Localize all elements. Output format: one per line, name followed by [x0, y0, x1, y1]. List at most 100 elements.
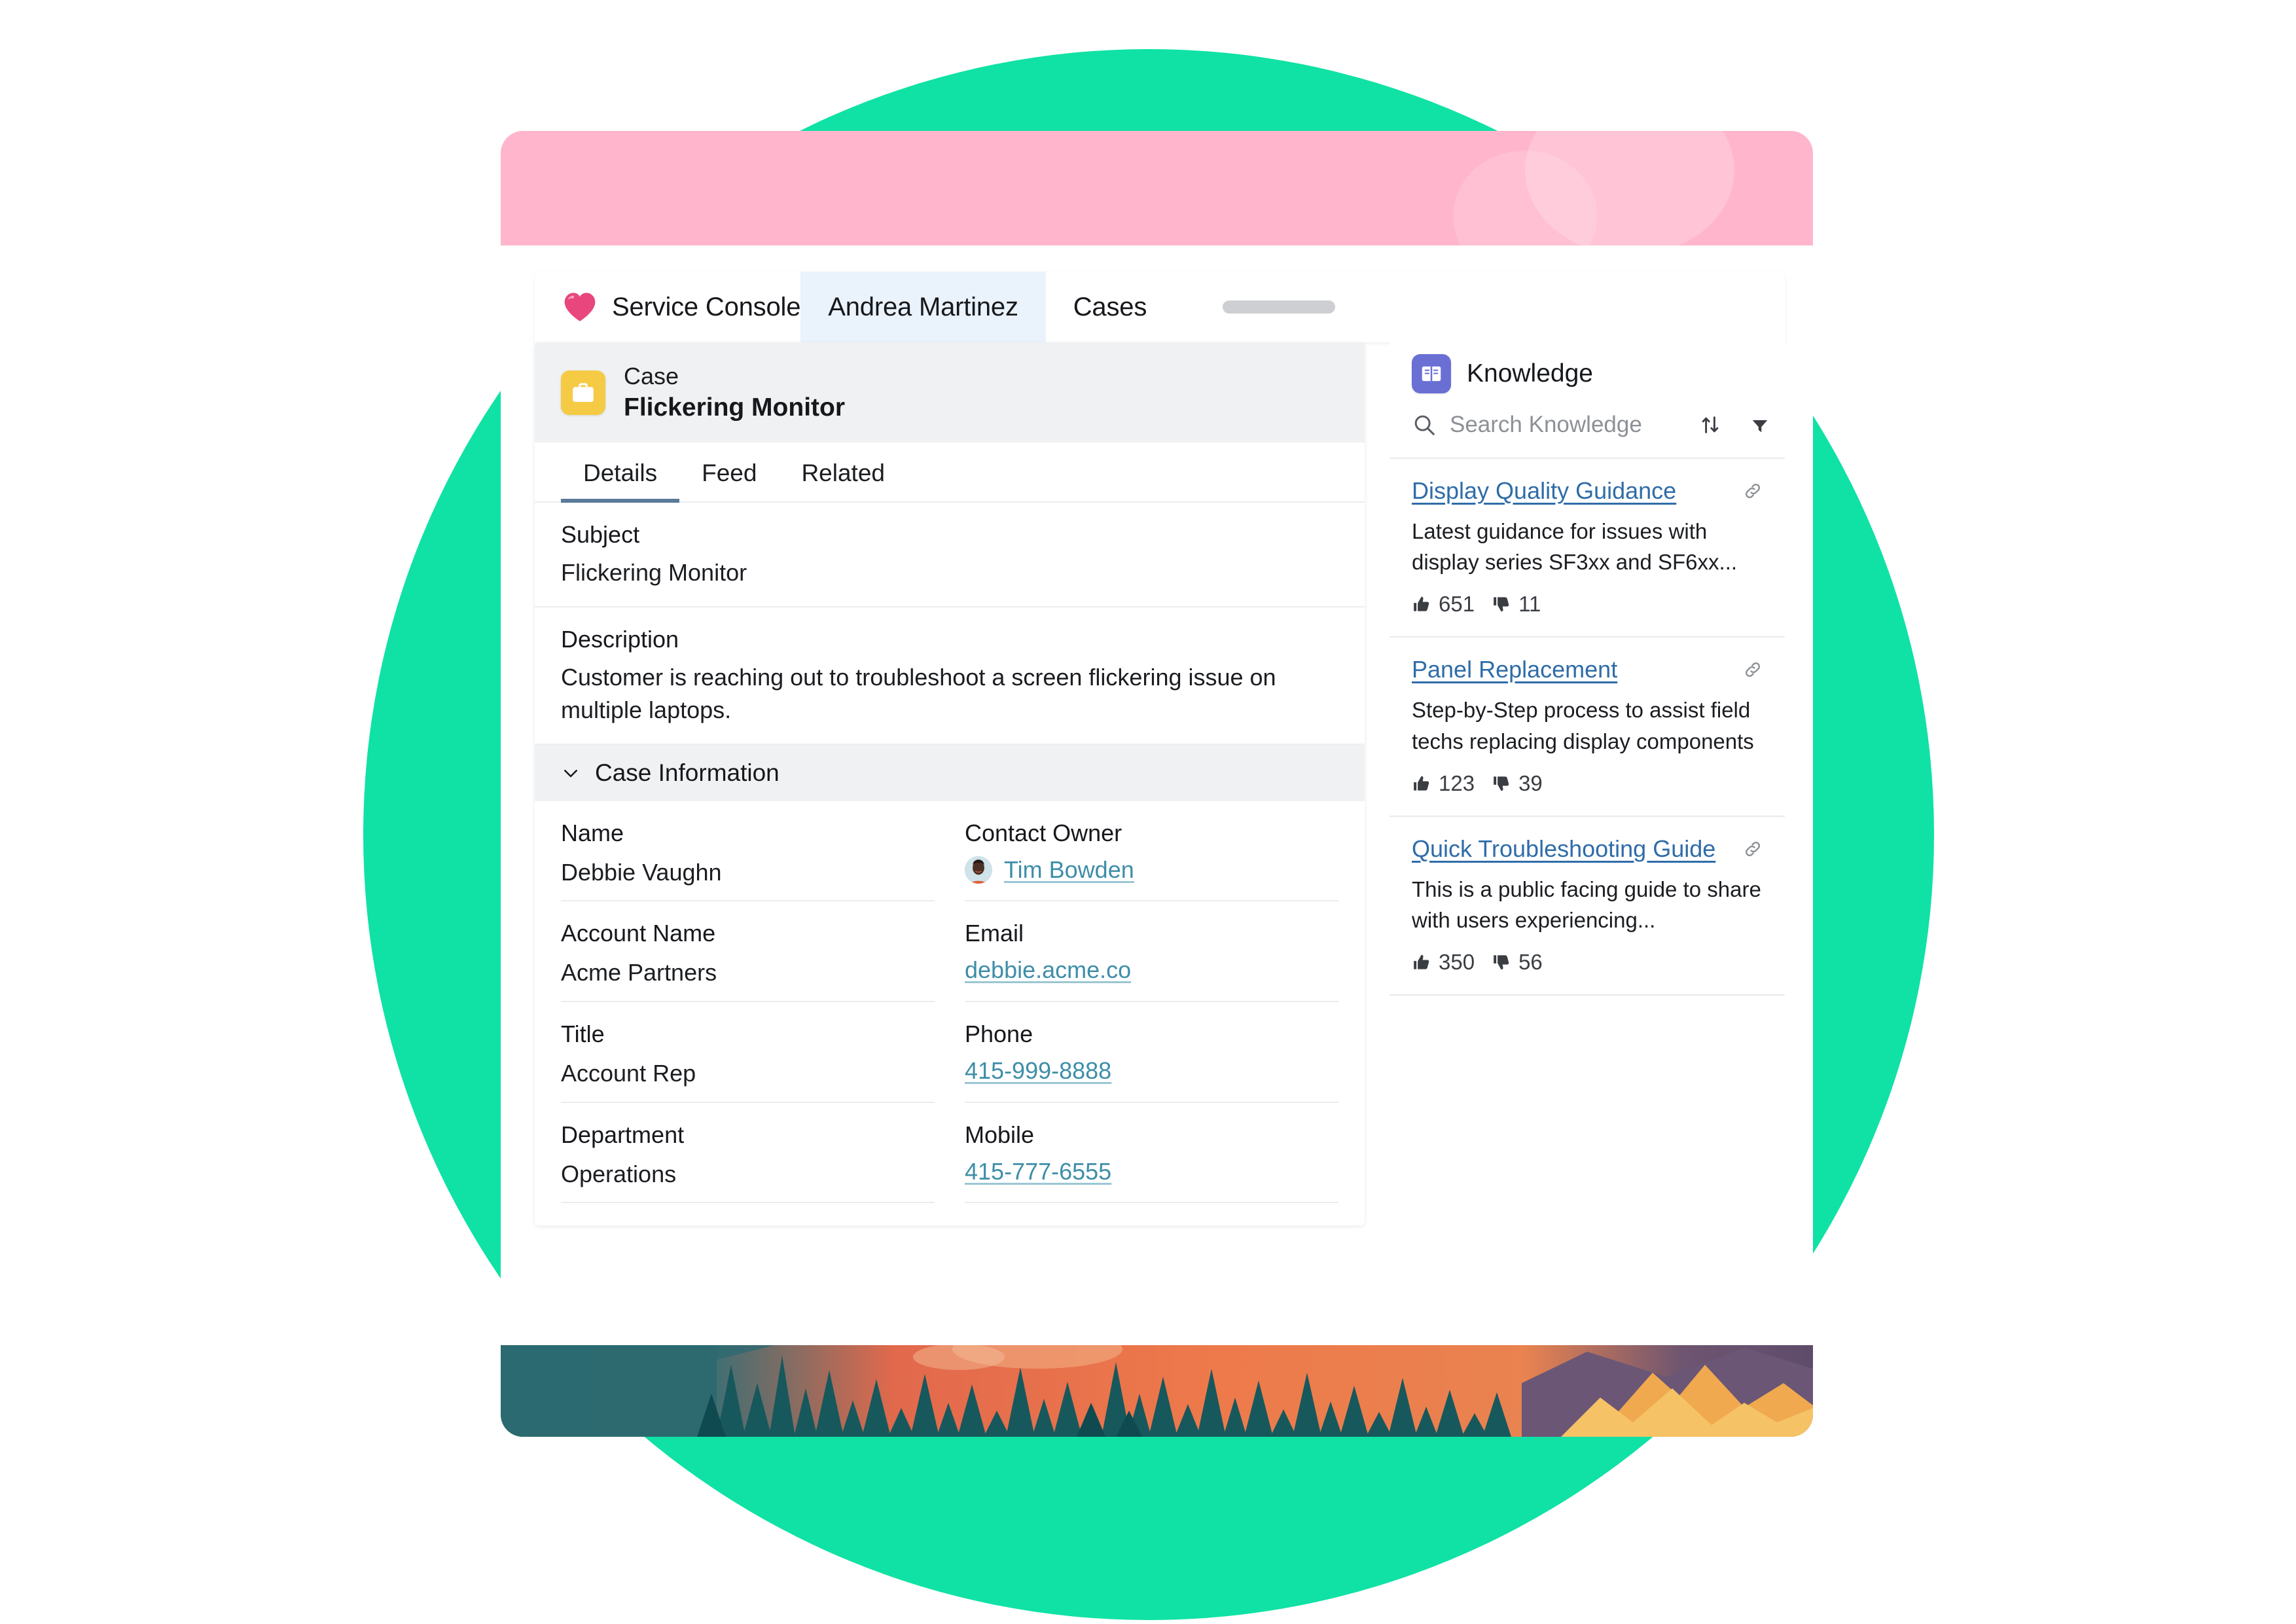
field-label: Description: [561, 626, 679, 653]
knowledge-article[interactable]: Quick Troubleshooting Guide This is a pu…: [1390, 817, 1785, 996]
knowledge-title: Knowledge: [1467, 359, 1593, 388]
thumbs-down-icon: [1494, 597, 1509, 612]
thumbs-up-vote[interactable]: 350: [1412, 950, 1475, 975]
field-mobile[interactable]: Mobile 415-777-6555: [965, 1103, 1338, 1204]
filter-icon[interactable]: [1742, 408, 1778, 442]
field-label: Subject: [561, 521, 640, 549]
article-title-link[interactable]: Panel Replacement: [1412, 655, 1617, 684]
field-label: Title: [561, 1020, 605, 1047]
console-tab-label: Andrea Martinez: [828, 292, 1018, 321]
field-contact-owner[interactable]: Contact Owner Tim Bowden: [965, 801, 1338, 902]
link-icon[interactable]: [1743, 834, 1763, 859]
field-label: Phone: [965, 1020, 1033, 1047]
section-case-information[interactable]: Case Information: [535, 744, 1365, 801]
thumbs-down-vote[interactable]: 56: [1492, 950, 1543, 975]
knowledge-search-bar: [1390, 408, 1785, 459]
thumbs-up-vote[interactable]: 123: [1412, 771, 1475, 796]
knowledge-panel: Knowledge Search Knowledge Display Quali…: [1390, 342, 1785, 996]
knowledge-article[interactable]: Display Quality Guidance Latest guidance…: [1390, 459, 1785, 638]
field-title[interactable]: Title Account Rep: [561, 1002, 935, 1103]
console-tab-bar: Service Console Andrea Martinez Cases: [535, 272, 1785, 342]
thumbs-down-icon: [1494, 776, 1509, 791]
console-tab-andrea-martinez[interactable]: Andrea Martinez: [800, 272, 1046, 342]
field-description[interactable]: Description Customer is reaching out to …: [535, 607, 1365, 745]
article-votes: 651 11: [1412, 592, 1763, 617]
console-tab-cases[interactable]: Cases: [1046, 272, 1174, 342]
record-tab-list: Details Feed Related: [535, 442, 1365, 503]
heart-icon: [562, 291, 598, 323]
thumbs-down-count: 11: [1518, 592, 1541, 617]
mobile-link[interactable]: 415-777-6555: [965, 1158, 1338, 1185]
article-header: Display Quality Guidance: [1412, 476, 1763, 505]
thumbs-up-icon: [1414, 597, 1429, 611]
thumbs-down-count: 56: [1518, 950, 1543, 975]
tab-label: Related: [801, 460, 885, 487]
thumbs-up-count: 350: [1439, 950, 1475, 975]
field-account-name[interactable]: Account Name Acme Partners: [561, 901, 935, 1002]
app-brand[interactable]: Service Console: [535, 272, 800, 342]
chevron-down-icon[interactable]: [561, 763, 581, 783]
article-votes: 123 39: [1412, 771, 1763, 796]
tab-related[interactable]: Related: [779, 442, 907, 501]
case-record-card: Case Flickering Monitor Details Feed Rel…: [535, 342, 1365, 1226]
email-link[interactable]: debbie.acme.co: [965, 956, 1338, 984]
article-description: This is a public facing guide to share w…: [1412, 876, 1761, 932]
field-row: Name Debbie Vaughn Contact Owner Tim Bow…: [561, 801, 1338, 902]
field-phone[interactable]: Phone 415-999-8888: [965, 1002, 1338, 1103]
decorative-pink-banner: [501, 131, 1813, 245]
thumbs-up-icon: [1414, 955, 1429, 969]
link-icon[interactable]: [1743, 476, 1763, 501]
search-input[interactable]: [1450, 412, 1679, 438]
service-console-window: Service Console Andrea Martinez Cases Ca…: [501, 245, 1813, 1345]
tab-label: Feed: [702, 460, 757, 487]
thumbs-up-count: 651: [1439, 592, 1475, 617]
console-tab-placeholder: [1223, 300, 1336, 314]
thumbs-up-vote[interactable]: 651: [1412, 592, 1475, 617]
article-description: Step-by-Step process to assist field tec…: [1412, 698, 1754, 753]
thumbs-down-icon: [1494, 955, 1509, 970]
thumbs-down-vote[interactable]: 11: [1492, 592, 1541, 617]
section-title: Case Information: [595, 759, 780, 786]
avatar: [965, 856, 992, 884]
field-department[interactable]: Department Operations: [561, 1103, 935, 1204]
contact-owner-link[interactable]: Tim Bowden: [1004, 856, 1134, 884]
record-titles: Case Flickering Monitor: [624, 362, 845, 423]
console-content: Case Flickering Monitor Details Feed Rel…: [535, 342, 1785, 1331]
field-row: Title Account Rep Phone 415-999-8888: [561, 1002, 1338, 1103]
field-name[interactable]: Name Debbie Vaughn: [561, 801, 935, 902]
record-type: Case: [624, 363, 679, 389]
sort-icon[interactable]: [1692, 408, 1729, 442]
field-label: Name: [561, 819, 624, 846]
field-label: Email: [965, 920, 1024, 947]
contact-owner-line: Tim Bowden: [965, 856, 1338, 884]
thumbs-up-count: 123: [1439, 770, 1475, 795]
article-votes: 350 56: [1412, 950, 1763, 975]
field-label: Contact Owner: [965, 819, 1122, 846]
case-icon: [561, 370, 605, 415]
thumbs-down-vote[interactable]: 39: [1492, 771, 1543, 796]
knowledge-article[interactable]: Panel Replacement Step-by-Step process t…: [1390, 638, 1785, 817]
console-tab-label: Cases: [1073, 292, 1147, 321]
search-icon: [1412, 412, 1437, 437]
field-value: Acme Partners: [561, 959, 717, 986]
link-icon[interactable]: [1743, 655, 1763, 679]
field-subject[interactable]: Subject Flickering Monitor: [535, 503, 1365, 608]
thumbs-up-icon: [1414, 776, 1429, 791]
decorative-landscape-illustration: [501, 1345, 1813, 1437]
record-name: Flickering Monitor: [624, 393, 846, 422]
tab-label: Details: [583, 460, 658, 487]
page-root: Service Console Andrea Martinez Cases Ca…: [0, 0, 2296, 1624]
field-email[interactable]: Email debbie.acme.co: [965, 901, 1338, 1002]
field-value: Account Rep: [561, 1059, 696, 1087]
tab-details[interactable]: Details: [561, 442, 680, 503]
tab-feed[interactable]: Feed: [679, 442, 779, 501]
thumbs-down-count: 39: [1518, 770, 1543, 795]
field-label: Account Name: [561, 920, 716, 947]
field-label: Mobile: [965, 1121, 1035, 1148]
article-header: Quick Troubleshooting Guide: [1412, 834, 1763, 863]
article-title-link[interactable]: Display Quality Guidance: [1412, 476, 1676, 505]
article-title-link[interactable]: Quick Troubleshooting Guide: [1412, 834, 1715, 863]
phone-link[interactable]: 415-999-8888: [965, 1057, 1338, 1085]
field-label: Department: [561, 1121, 685, 1148]
field-value: Customer is reaching out to troubleshoot…: [561, 664, 1276, 723]
